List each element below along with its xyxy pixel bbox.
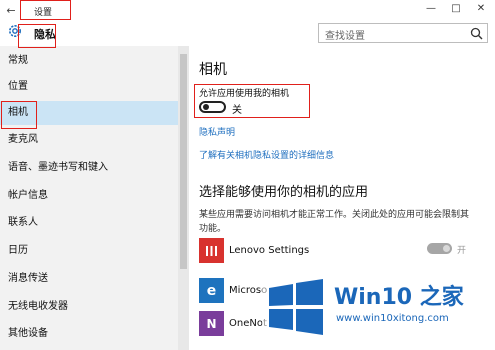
sidebar-item-contacts[interactable]: 联系人 bbox=[0, 211, 178, 235]
search-placeholder: 查找设置 bbox=[325, 31, 365, 42]
page-header: 隐私 查找设置 bbox=[0, 22, 495, 46]
sidebar: 常规 位置 相机 麦克风 语音、墨迹书写和键入 帐户信息 联系人 日历 消息传送… bbox=[0, 46, 178, 350]
onenote-glyph-icon: N bbox=[206, 317, 216, 331]
windows-logo-icon bbox=[269, 279, 323, 335]
maximize-button[interactable]: □ bbox=[443, 0, 469, 18]
watermark-brand: Win10 之家 bbox=[334, 285, 464, 310]
onenote-icon: N bbox=[199, 311, 224, 336]
app-toggle[interactable] bbox=[427, 243, 452, 254]
sidebar-item-account-info[interactable]: 帐户信息 bbox=[0, 184, 178, 208]
sidebar-item-radios[interactable]: 无线电收发器 bbox=[0, 295, 178, 319]
minimize-button[interactable]: — bbox=[418, 0, 444, 18]
close-button[interactable]: ✕ bbox=[468, 0, 494, 18]
learn-more-link[interactable]: 了解有关相机隐私设置的详细信息 bbox=[199, 148, 334, 161]
svg-text:N: N bbox=[206, 317, 216, 331]
annotation-box-camera bbox=[1, 101, 37, 129]
annotation-box-privacy bbox=[18, 24, 56, 48]
sidebar-scrollbar[interactable] bbox=[178, 46, 189, 350]
privacy-statement-link[interactable]: 隐私声明 bbox=[199, 125, 235, 138]
search-icon[interactable] bbox=[470, 27, 483, 40]
section-title: 相机 bbox=[199, 62, 227, 78]
toggle-knob bbox=[443, 245, 450, 252]
watermark-url: www.win10xitong.com bbox=[336, 313, 449, 324]
apps-section-title: 选择能够使用你的相机的应用 bbox=[199, 185, 369, 200]
sidebar-item-general[interactable]: 常规 bbox=[0, 49, 178, 73]
edge-glyph-icon: e bbox=[207, 283, 217, 299]
watermark: Win10 之家 www.win10xitong.com bbox=[262, 273, 495, 350]
app-name: Lenovo Settings bbox=[229, 245, 310, 256]
svg-text:e: e bbox=[207, 283, 217, 299]
sidebar-item-other-devices[interactable]: 其他设备 bbox=[0, 322, 178, 346]
search-input[interactable]: 查找设置 bbox=[318, 23, 488, 43]
lenovo-glyph-icon bbox=[206, 246, 217, 256]
sidebar-item-microphone[interactable]: 麦克风 bbox=[0, 128, 178, 152]
sidebar-item-speech-inking-typing[interactable]: 语音、墨迹书写和键入 bbox=[0, 156, 178, 180]
sidebar-item-calendar[interactable]: 日历 bbox=[0, 239, 178, 263]
scroll-thumb[interactable] bbox=[180, 54, 187, 269]
annotation-box-title bbox=[20, 0, 71, 20]
sidebar-item-messaging[interactable]: 消息传送 bbox=[0, 267, 178, 291]
settings-window: ← 设置 — □ ✕ 隐私 查找设置 常规 位置 相机 麦克风 语音、墨迹书写和… bbox=[0, 0, 495, 350]
back-button[interactable]: ← bbox=[0, 0, 22, 22]
annotation-box-toggle bbox=[194, 84, 310, 118]
app-toggle-state: 开 bbox=[457, 246, 467, 256]
app-row-lenovo-settings: Lenovo Settings 开 bbox=[199, 238, 489, 264]
lenovo-icon bbox=[199, 238, 224, 263]
sidebar-item-location[interactable]: 位置 bbox=[0, 75, 178, 99]
edge-icon: e bbox=[199, 278, 224, 303]
title-bar: ← 设置 — □ ✕ bbox=[0, 0, 495, 22]
apps-description: 某些应用需要访问相机才能正常工作。关闭此处的应用可能会限制其功能。 bbox=[199, 210, 470, 234]
